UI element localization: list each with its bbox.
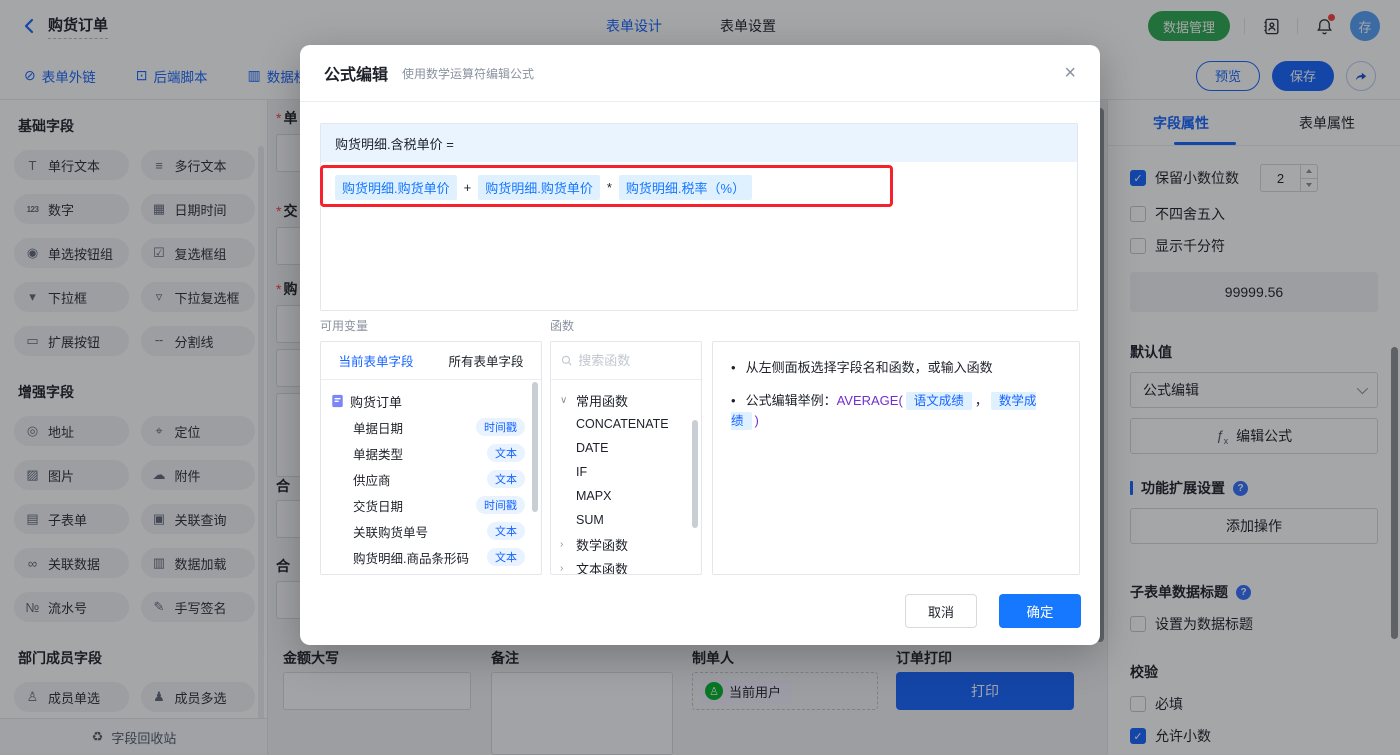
function-group[interactable]: › 文本函数 xyxy=(551,556,701,575)
function-item[interactable]: MAPX xyxy=(551,484,701,508)
function-group[interactable]: › 数学函数 xyxy=(551,532,701,556)
variable-type-badge: 时间戳 xyxy=(476,496,525,514)
variables-scrollbar[interactable] xyxy=(532,382,538,512)
search-icon xyxy=(561,355,572,366)
variable-name: 交货日期 xyxy=(353,499,404,514)
variable-row[interactable]: 供应商 文本 xyxy=(331,466,537,492)
variable-row[interactable]: 关联购货单号 文本 xyxy=(331,518,537,544)
variable-name: 供应商 xyxy=(353,473,391,488)
function-item[interactable]: SUM xyxy=(551,508,701,532)
function-item[interactable]: CONCATENATE xyxy=(551,412,701,436)
caret-down-icon: ∨ xyxy=(560,394,568,406)
formula-editor-box: 购货明细.含税单价 = 购货明细.购货单价 + 购货明细.购货单价 * 购货明细.税率（… xyxy=(320,123,1078,311)
help-function-name: AVERAGE( xyxy=(836,393,903,408)
help-function-close: ) xyxy=(754,413,759,428)
variables-tab-0[interactable]: 当前表单字段 xyxy=(321,342,431,379)
formula-operator: + xyxy=(463,180,472,195)
variables-panel: 当前表单字段 所有表单字段 购货订单 单据日期 时间戳 单据类型 文本 供应商 文本 交货日期… xyxy=(320,341,542,575)
functions-scrollbar[interactable] xyxy=(692,420,698,528)
formula-operator: * xyxy=(606,180,612,195)
variable-type-badge: 文本 xyxy=(487,470,525,488)
function-search-input[interactable] xyxy=(578,353,691,368)
variables-root-row[interactable]: 购货订单 xyxy=(331,388,537,414)
variable-name: 单据日期 xyxy=(353,421,404,436)
variable-row[interactable]: 单据类型 文本 xyxy=(331,440,537,466)
close-icon[interactable]: × xyxy=(1064,63,1076,83)
modal-title: 公式编辑 xyxy=(324,67,389,84)
help-tip-1: • 从左侧面板选择字段名和函数，或输入函数 xyxy=(731,358,1061,378)
function-group-name: 常用函数 xyxy=(576,393,629,409)
formula-field-token[interactable]: 购货明细.购货单价 xyxy=(478,175,600,200)
help-comma: ， xyxy=(974,393,988,408)
function-list: ∨ 常用函数 CONCATENATE DATE IF MAPX SUM › 数学函数 › 文本函数 xyxy=(551,380,701,575)
variable-type-badge: 文本 xyxy=(487,522,525,540)
variable-row[interactable]: 单据日期 时间戳 xyxy=(331,414,537,440)
variables-label: 可用变量 xyxy=(320,319,369,333)
function-group[interactable]: ∨ 常用函数 xyxy=(551,388,701,412)
function-item[interactable]: IF xyxy=(551,460,701,484)
functions-panel: ∨ 常用函数 CONCATENATEDATEIFMAPXSUM › 数学函数 › 文本函数 xyxy=(550,341,702,575)
formula-field-token[interactable]: 购货明细.购货单价 xyxy=(335,175,457,200)
variables-root-label: 购货订单 xyxy=(350,394,403,410)
variable-type-badge: 时间戳 xyxy=(476,418,525,436)
help-tip-1-text: 从左侧面板选择字段名和函数，或输入函数 xyxy=(745,360,993,375)
formula-field-token[interactable]: 购货明细.税率（%） xyxy=(618,175,753,200)
modal-header: 公式编辑 使用数学运算符编辑公式 × xyxy=(300,45,1100,102)
formula-help-panel: • 从左侧面板选择字段名和函数，或输入函数 • 公式编辑举例：AVERAGE(语文成… xyxy=(712,341,1080,575)
function-group-name: 数学函数 xyxy=(576,537,629,553)
function-group-name: 文本函数 xyxy=(576,561,629,575)
bullet: • xyxy=(731,360,736,375)
help-field-chip: 语文成绩 xyxy=(905,392,972,410)
variable-row[interactable]: 购货明细.商品条形码 文本 xyxy=(331,544,537,570)
function-item[interactable]: DATE xyxy=(551,436,701,460)
variable-type-badge: 文本 xyxy=(487,548,525,566)
variable-row[interactable]: 交货日期 时间戳 xyxy=(331,492,537,518)
formula-expression[interactable]: 购货明细.购货单价 + 购货明细.购货单价 * 购货明细.税率（%） xyxy=(321,162,1077,213)
variable-name: 购货明细.商品条形码 xyxy=(353,551,469,566)
variables-tab-1[interactable]: 所有表单字段 xyxy=(431,342,541,379)
variables-rows: 单据日期 时间戳 单据类型 文本 供应商 文本 交货日期 时间戳 关联购货单号 文本 购货明细.商品… xyxy=(331,414,537,570)
formula-target: 购货明细.含税单价 = xyxy=(321,124,1077,162)
modal-subtitle: 使用数学运算符编辑公式 xyxy=(402,66,535,81)
variables-tabs: 当前表单字段 所有表单字段 xyxy=(321,342,541,380)
function-search xyxy=(551,342,701,380)
cancel-button[interactable]: 取消 xyxy=(905,594,977,628)
variable-name: 关联购货单号 xyxy=(353,525,429,540)
form-file-icon xyxy=(332,394,343,408)
caret-right-icon: › xyxy=(560,538,564,550)
variable-name: 单据类型 xyxy=(353,447,404,462)
caret-right-icon: › xyxy=(560,562,564,574)
bullet: • xyxy=(731,393,736,408)
functions-label: 函数 xyxy=(550,319,575,333)
confirm-button[interactable]: 确定 xyxy=(999,594,1081,628)
formula-editor-modal: 公式编辑 使用数学运算符编辑公式 × 购货明细.含税单价 = 购货明细.购货单价… xyxy=(300,45,1100,645)
variable-type-badge: 文本 xyxy=(487,444,525,462)
help-tip-2: • 公式编辑举例：AVERAGE(语文成绩，数学成绩) xyxy=(731,391,1061,431)
app-window: 购货订单 表单设计 表单设置 数据管理 存 ⊘ 表单外链 ⊡ 后端脚本 ▥ 数据权限 预览 … xyxy=(0,0,1400,755)
help-example-prefix: 公式编辑举例： xyxy=(745,393,837,408)
variables-list: 购货订单 单据日期 时间戳 单据类型 文本 供应商 文本 交货日期 时间戳 关联购货单号 文本 购货… xyxy=(321,380,541,570)
